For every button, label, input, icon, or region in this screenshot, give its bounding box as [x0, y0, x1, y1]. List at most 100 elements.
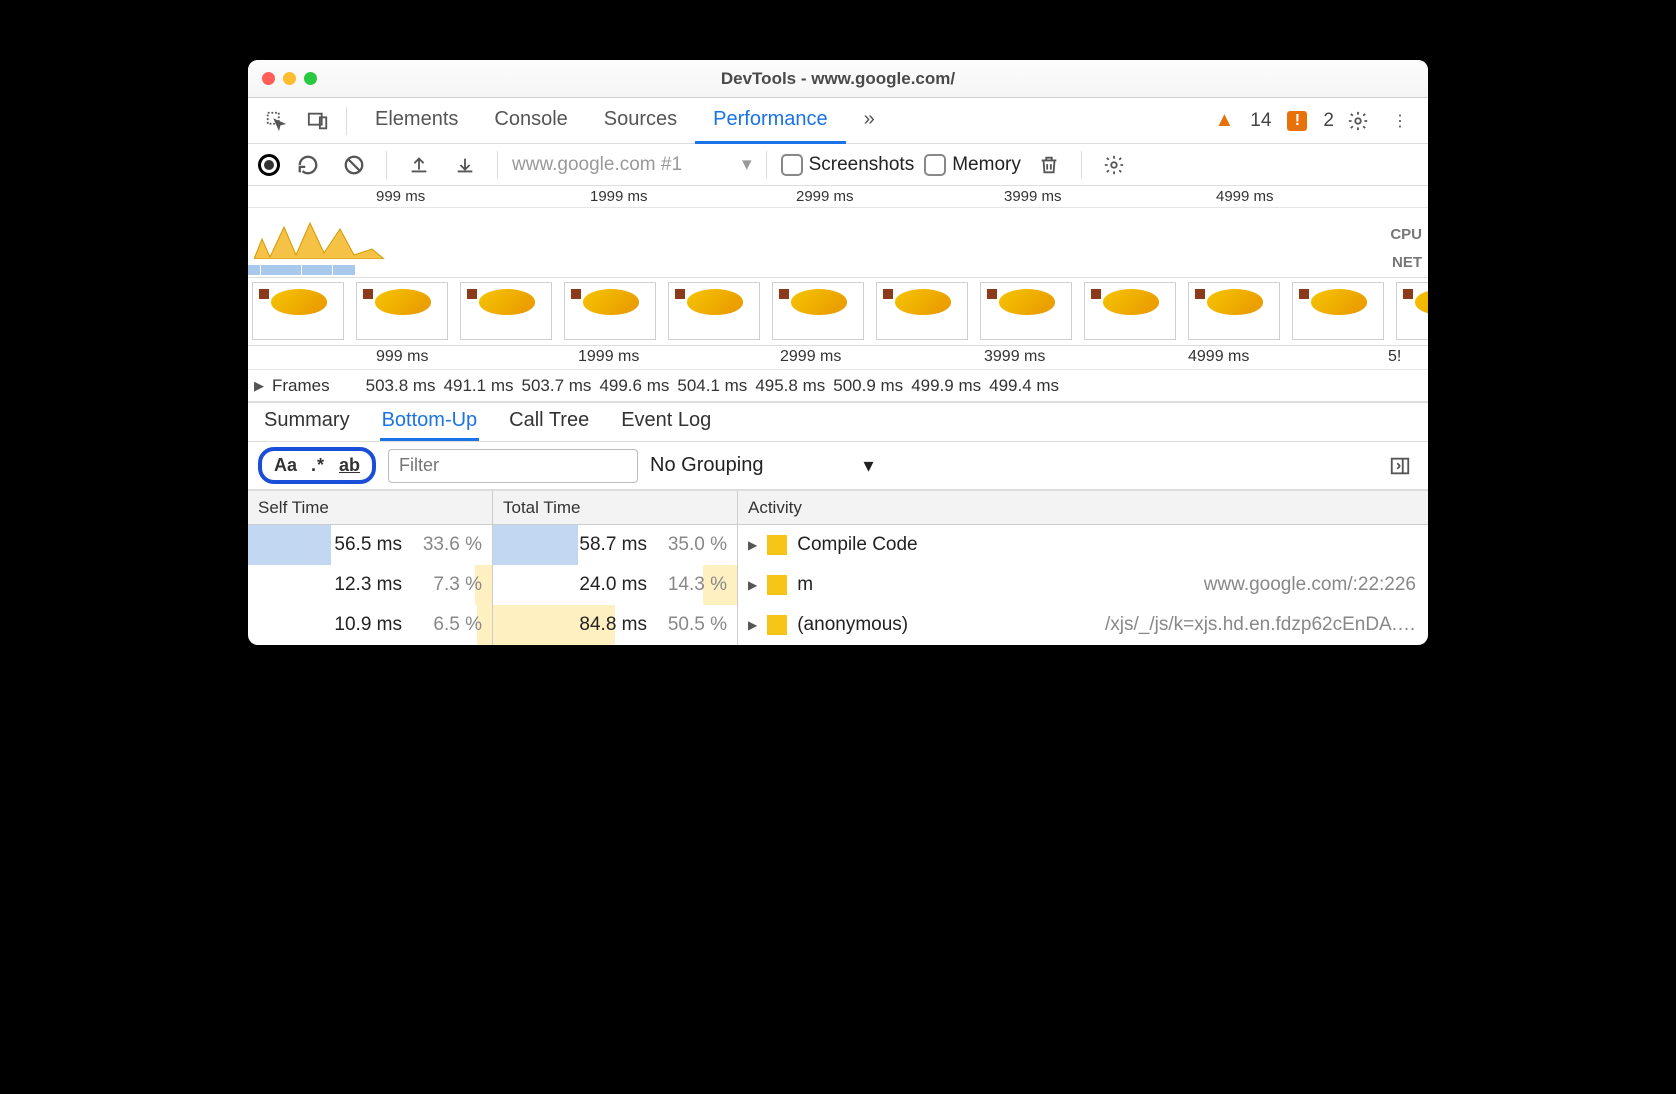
issue-counts[interactable]: ▲ 14 ! 2: [1214, 109, 1334, 132]
trash-icon[interactable]: [1031, 147, 1067, 183]
table-header: Self Time Total Time Activity: [248, 491, 1428, 525]
window-title: DevTools - www.google.com/: [248, 69, 1428, 89]
recording-label: www.google.com #1: [512, 154, 682, 176]
table-row[interactable]: 10.9 ms6.5 % 84.8 ms50.5 % ▶(anonymous)/…: [248, 605, 1428, 645]
chevron-down-icon: ▾: [863, 453, 873, 478]
expand-icon[interactable]: ▶: [748, 618, 757, 632]
tab-more-icon[interactable]: »: [846, 98, 893, 144]
expand-icon[interactable]: ▶: [748, 578, 757, 592]
activity-name: (anonymous): [797, 614, 908, 636]
match-case-button[interactable]: Aa: [274, 455, 297, 476]
device-toolbar-icon[interactable]: [300, 103, 336, 139]
net-label: NET: [1392, 254, 1422, 271]
tab-elements[interactable]: Elements: [357, 98, 476, 144]
more-icon[interactable]: ⋮: [1382, 103, 1418, 139]
timeline-ruler-top: 999 ms 1999 ms 2999 ms 3999 ms 4999 ms: [248, 186, 1428, 208]
source-link[interactable]: www.google.com/:22:226: [1204, 574, 1428, 596]
reload-icon[interactable]: [290, 147, 326, 183]
tab-summary[interactable]: Summary: [262, 403, 352, 441]
bottom-up-table: Self Time Total Time Activity 56.5 ms33.…: [248, 490, 1428, 645]
record-button[interactable]: [258, 154, 280, 176]
main-tabs: Elements Console Sources Performance »: [357, 98, 893, 143]
frame-time: 499.9 ms: [911, 376, 981, 396]
frame-time: 500.9 ms: [833, 376, 903, 396]
frames-track[interactable]: ▶ Frames 503.8 ms 491.1 ms 503.7 ms 499.…: [248, 370, 1428, 402]
screenshots-checkbox[interactable]: Screenshots: [781, 154, 915, 176]
screenshot-thumb[interactable]: [1188, 282, 1280, 340]
perf-toolbar: www.google.com #1 ▾ Screenshots Memory: [248, 144, 1428, 186]
screenshot-thumb[interactable]: [1292, 282, 1384, 340]
screenshot-thumb[interactable]: [668, 282, 760, 340]
col-total-time[interactable]: Total Time: [493, 491, 738, 524]
screenshot-thumb[interactable]: [876, 282, 968, 340]
source-link[interactable]: /xjs/_/js/k=xjs.hd.en.fdzp62cEnDA.…: [1105, 614, 1428, 636]
checkbox-icon: [924, 154, 946, 176]
regex-button[interactable]: .*: [311, 455, 325, 476]
screenshot-thumb[interactable]: [980, 282, 1072, 340]
screenshot-thumb[interactable]: [564, 282, 656, 340]
upload-icon[interactable]: [401, 147, 437, 183]
download-icon[interactable]: [447, 147, 483, 183]
capture-settings-icon[interactable]: [1096, 147, 1132, 183]
script-icon: [767, 535, 787, 555]
inspect-icon[interactable]: [258, 103, 294, 139]
grouping-label: No Grouping: [650, 454, 763, 477]
filter-bar: Aa .* ab No Grouping ▾: [248, 442, 1428, 490]
table-row[interactable]: 56.5 ms33.6 % 58.7 ms35.0 % ▶Compile Cod…: [248, 525, 1428, 565]
ruler-tick: 999 ms: [376, 188, 425, 205]
screenshot-thumb[interactable]: [356, 282, 448, 340]
screenshot-thumb[interactable]: [1084, 282, 1176, 340]
ruler-tick: 3999 ms: [1004, 188, 1062, 205]
activity-name: Compile Code: [797, 534, 917, 556]
error-icon: !: [1287, 111, 1307, 131]
memory-checkbox[interactable]: Memory: [924, 154, 1021, 176]
tab-console[interactable]: Console: [476, 98, 585, 144]
titlebar: DevTools - www.google.com/: [248, 60, 1428, 98]
ruler-tick: 999 ms: [376, 348, 428, 366]
net-bars: [248, 265, 355, 275]
screenshot-thumb[interactable]: [252, 282, 344, 340]
tab-event-log[interactable]: Event Log: [619, 403, 713, 441]
expand-icon[interactable]: ▶: [748, 538, 757, 552]
divider: [497, 151, 498, 179]
tab-performance[interactable]: Performance: [695, 98, 846, 144]
screenshot-thumb[interactable]: [460, 282, 552, 340]
grouping-select[interactable]: No Grouping ▾: [650, 453, 873, 478]
settings-icon[interactable]: [1340, 103, 1376, 139]
ruler-tick: 2999 ms: [796, 188, 854, 205]
warning-icon: ▲: [1214, 109, 1234, 132]
expand-icon[interactable]: ▶: [254, 378, 264, 394]
divider: [386, 151, 387, 179]
col-activity[interactable]: Activity: [738, 491, 1428, 524]
tab-sources[interactable]: Sources: [586, 98, 695, 144]
show-sidebar-icon[interactable]: [1382, 448, 1418, 484]
frame-time: 499.4 ms: [989, 376, 1059, 396]
ruler-tick: 1999 ms: [590, 188, 648, 205]
recording-selector[interactable]: www.google.com #1 ▾: [512, 153, 752, 176]
cpu-label: CPU: [1390, 226, 1422, 243]
error-count: 2: [1323, 110, 1334, 132]
timeline-overview[interactable]: 999 ms 1999 ms 2999 ms 3999 ms 4999 ms C…: [248, 186, 1428, 370]
devtools-tab-bar: Elements Console Sources Performance » ▲…: [248, 98, 1428, 144]
screenshot-strip[interactable]: [248, 278, 1428, 346]
frame-time: 499.6 ms: [599, 376, 669, 396]
tab-bottom-up[interactable]: Bottom-Up: [380, 403, 480, 441]
checkbox-icon: [781, 154, 803, 176]
divider: [766, 151, 767, 179]
screenshot-thumb[interactable]: [1396, 282, 1428, 340]
divider: [1081, 151, 1082, 179]
screenshot-thumb[interactable]: [772, 282, 864, 340]
ruler-tick: 1999 ms: [578, 348, 639, 366]
activity-name: m: [797, 574, 813, 596]
filter-input[interactable]: [388, 449, 638, 483]
table-row[interactable]: 12.3 ms7.3 % 24.0 ms14.3 % ▶mwww.google.…: [248, 565, 1428, 605]
ruler-tick: 3999 ms: [984, 348, 1045, 366]
clear-icon[interactable]: [336, 147, 372, 183]
ruler-tick: 4999 ms: [1216, 188, 1274, 205]
filter-mode-buttons: Aa .* ab: [258, 447, 376, 484]
col-self-time[interactable]: Self Time: [248, 491, 493, 524]
whole-word-button[interactable]: ab: [339, 455, 360, 476]
frame-time: 503.8 ms: [366, 376, 436, 396]
tab-call-tree[interactable]: Call Tree: [507, 403, 591, 441]
detail-tabs: Summary Bottom-Up Call Tree Event Log: [248, 402, 1428, 442]
